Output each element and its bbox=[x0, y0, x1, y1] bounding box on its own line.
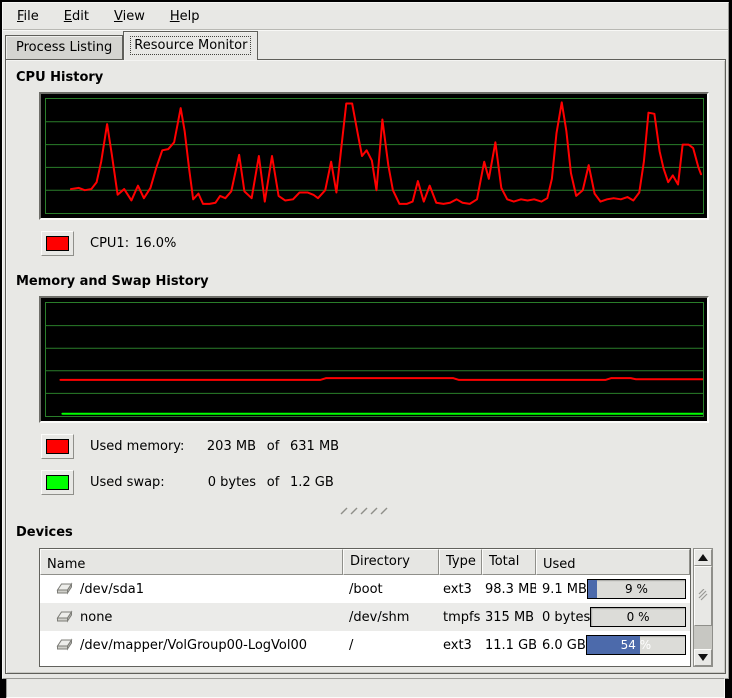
cpu1-legend-label: CPU1: 16.0% bbox=[90, 236, 176, 251]
menu-help[interactable]: Help bbox=[160, 6, 210, 27]
thumb-grip-icon bbox=[697, 589, 709, 603]
tab-process-listing[interactable]: Process Listing bbox=[5, 35, 123, 59]
menubar: File Edit View Help bbox=[3, 3, 728, 30]
tab-label: Resource Monitor bbox=[131, 37, 250, 54]
menu-view[interactable]: View bbox=[104, 6, 155, 27]
tab-resource-monitor[interactable]: Resource Monitor bbox=[123, 31, 258, 60]
device-type: ext3 bbox=[439, 638, 482, 653]
used-swap-color-swatch[interactable] bbox=[41, 470, 74, 495]
disk-drive-icon bbox=[56, 582, 75, 596]
cpu-history-title: CPU History bbox=[16, 70, 717, 85]
device-directory: /boot bbox=[343, 582, 439, 597]
triangle-up-icon bbox=[698, 554, 708, 561]
used-memory-of: of bbox=[256, 439, 290, 454]
menu-edit[interactable]: Edit bbox=[54, 6, 99, 27]
used-memory-color bbox=[46, 439, 69, 454]
used-memory-legend-label: Used memory: 203 MB of 631 MB bbox=[90, 439, 360, 454]
memory-legend-row: Used memory: 203 MB of 631 MB bbox=[41, 433, 717, 459]
cpu-legend: CPU1: 16.0% bbox=[41, 230, 717, 256]
cpu1-color bbox=[46, 236, 69, 251]
used-swap-legend-label: Used swap: 0 bytes of 1.2 GB bbox=[90, 475, 360, 490]
swap-legend-row: Used swap: 0 bytes of 1.2 GB bbox=[41, 469, 717, 495]
menu-file[interactable]: File bbox=[7, 6, 49, 27]
used-memory-label: Used memory: bbox=[90, 439, 196, 454]
scrollbar-thumb[interactable] bbox=[694, 566, 712, 626]
device-name: /dev/sda1 bbox=[80, 582, 144, 597]
usage-progress-bar: 0 % bbox=[590, 607, 686, 627]
devices-scrollbar[interactable] bbox=[693, 548, 713, 667]
cpu-history-plot bbox=[45, 98, 704, 214]
cpu1-value: 16.0% bbox=[135, 236, 176, 251]
memory-history-graph bbox=[39, 296, 709, 423]
usage-progress-bar: 54 % bbox=[586, 635, 686, 655]
column-header-used[interactable]: Used bbox=[536, 549, 690, 575]
device-name: /dev/mapper/VolGroup00-LogVol00 bbox=[80, 638, 307, 653]
memory-history-title: Memory and Swap History bbox=[16, 274, 717, 289]
used-memory-value: 203 MB bbox=[196, 439, 256, 454]
used-swap-label: Used swap: bbox=[90, 475, 196, 490]
device-row-none[interactable]: none /dev/shm tmpfs 315 MB 0 bytes 0 % bbox=[40, 603, 690, 631]
diagonal-dashes-icon bbox=[340, 507, 392, 515]
cpu1-name: CPU1: bbox=[90, 236, 129, 251]
column-header-directory[interactable]: Directory bbox=[343, 549, 439, 575]
devices-table: Name Directory Type Total Used bbox=[39, 548, 691, 667]
devices-section: Devices Name Directory Type Total Used bbox=[14, 525, 717, 667]
used-swap-color bbox=[46, 475, 69, 490]
column-header-name[interactable]: Name bbox=[40, 549, 343, 575]
scroll-down-button[interactable] bbox=[694, 649, 712, 666]
device-used: 0 bytes bbox=[542, 610, 590, 625]
devices-table-header: Name Directory Type Total Used bbox=[40, 549, 690, 575]
device-name: none bbox=[80, 610, 112, 625]
device-used: 6.0 GB bbox=[542, 638, 586, 653]
device-type: ext3 bbox=[439, 582, 482, 597]
device-total: 11.1 GB bbox=[482, 638, 536, 653]
triangle-down-icon bbox=[698, 654, 708, 661]
total-swap-value: 1.2 GB bbox=[290, 475, 360, 490]
column-header-type[interactable]: Type bbox=[439, 549, 482, 575]
scrollbar-track[interactable] bbox=[694, 566, 712, 649]
usage-progress-bar: 9 % bbox=[587, 579, 686, 599]
device-row-sda1[interactable]: /dev/sda1 /boot ext3 98.3 MB 9.1 MB 9 % bbox=[40, 575, 690, 603]
device-type: tmpfs bbox=[439, 610, 482, 625]
cpu-history-graph bbox=[39, 92, 709, 220]
tab-strip: Process Listing Resource Monitor bbox=[3, 30, 728, 59]
device-used: 9.1 MB bbox=[542, 582, 587, 597]
disk-drive-icon bbox=[56, 610, 75, 624]
resource-monitor-page: CPU History CPU1: 16.0% Memory and Swap … bbox=[5, 59, 726, 674]
devices-title: Devices bbox=[16, 525, 717, 540]
tab-label: Process Listing bbox=[13, 39, 115, 56]
device-directory: / bbox=[343, 638, 439, 653]
disk-drive-icon bbox=[56, 638, 75, 652]
app-window: File Edit View Help Process Listing Reso… bbox=[2, 2, 729, 679]
pane-resize-grip[interactable] bbox=[14, 507, 717, 515]
cpu1-color-swatch[interactable] bbox=[41, 231, 74, 256]
usage-percent-label: 0 % bbox=[591, 608, 685, 626]
used-swap-of: of bbox=[256, 475, 290, 490]
device-total: 315 MB bbox=[482, 610, 536, 625]
status-bar bbox=[6, 678, 725, 698]
used-swap-value: 0 bytes bbox=[196, 475, 256, 490]
usage-percent-label: 9 % bbox=[588, 580, 685, 598]
device-row-volgroup[interactable]: /dev/mapper/VolGroup00-LogVol00 / ext3 1… bbox=[40, 631, 690, 659]
scroll-up-button[interactable] bbox=[694, 549, 712, 566]
usage-percent-label: 54 % bbox=[587, 636, 685, 654]
used-memory-color-swatch[interactable] bbox=[41, 434, 74, 459]
total-memory-value: 631 MB bbox=[290, 439, 360, 454]
device-total: 98.3 MB bbox=[482, 582, 536, 597]
column-header-total[interactable]: Total bbox=[482, 549, 536, 575]
memory-history-plot bbox=[45, 302, 704, 417]
device-directory: /dev/shm bbox=[343, 610, 439, 625]
